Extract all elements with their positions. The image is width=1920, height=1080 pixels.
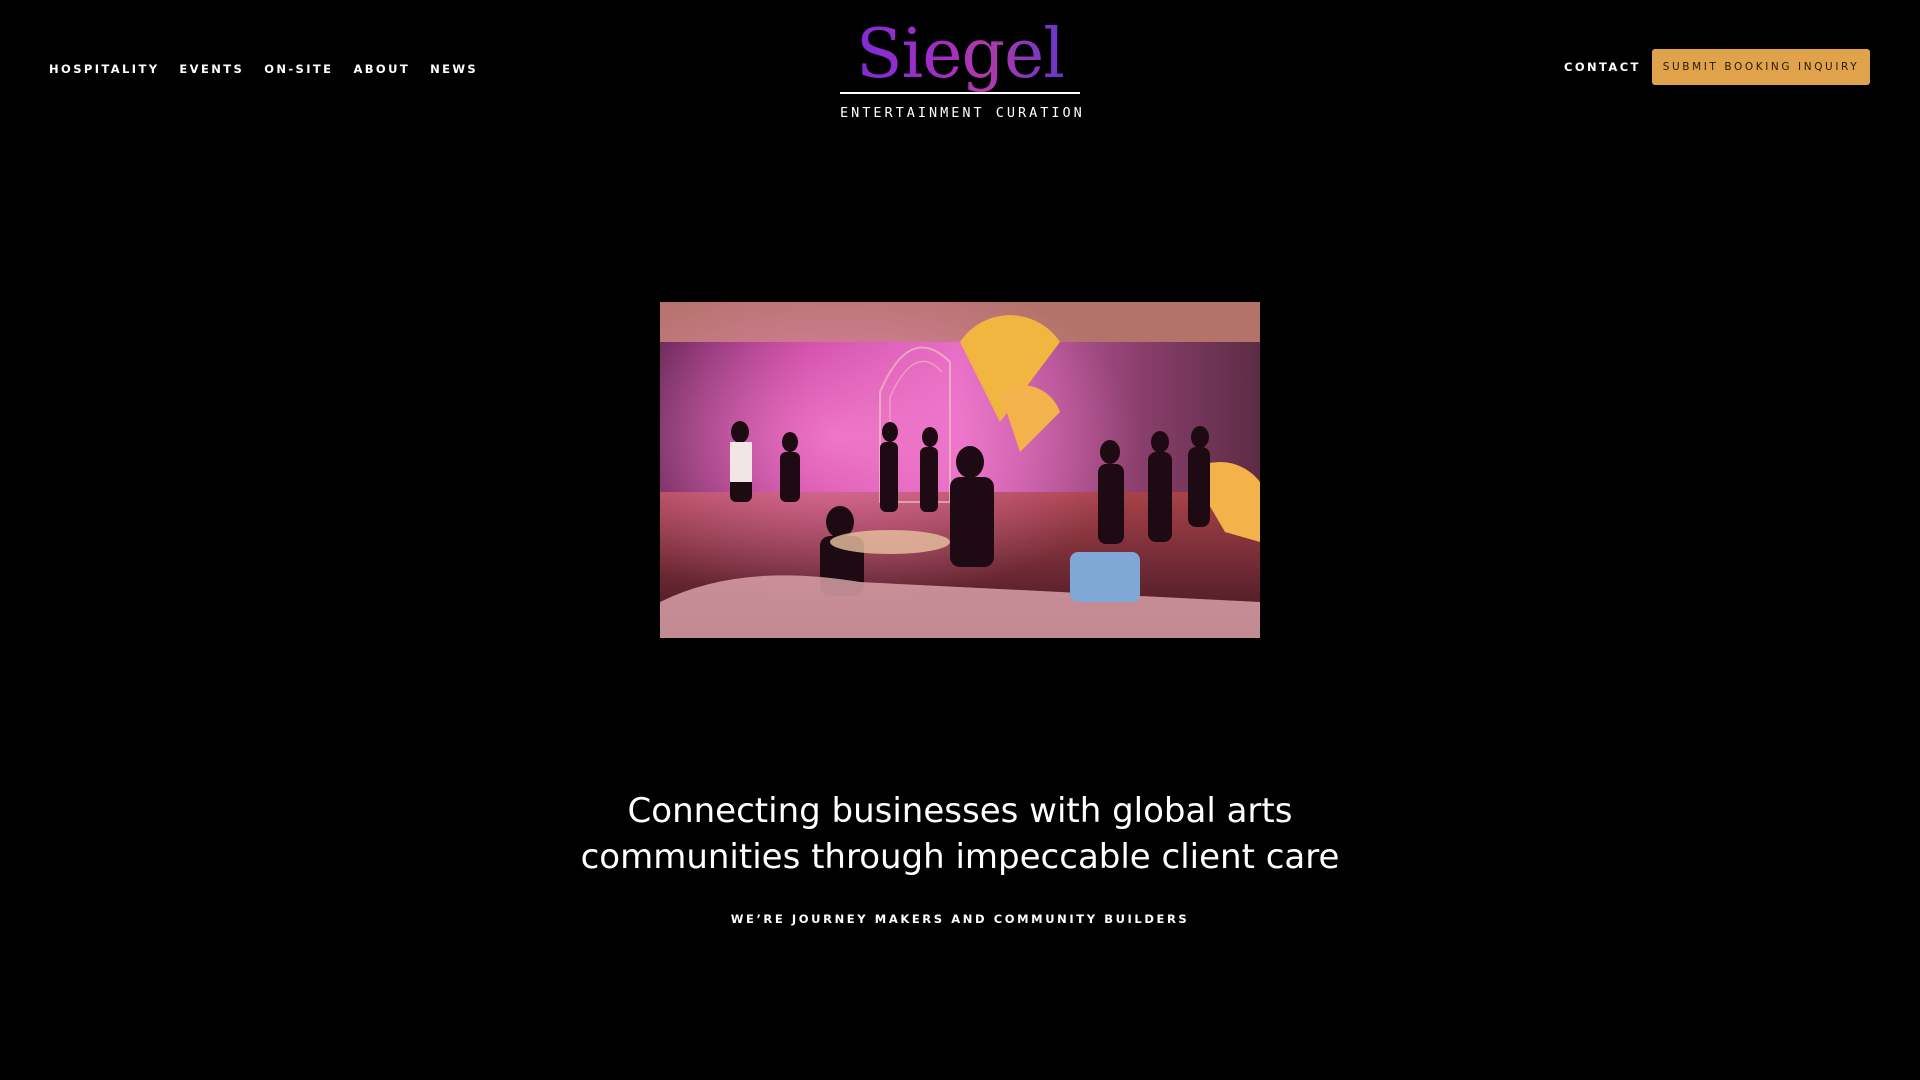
hero-event-photo: [660, 302, 1260, 638]
primary-nav: HOSPITALITY EVENTS ON-SITE ABOUT NEWS: [49, 62, 478, 76]
nav-item-events[interactable]: EVENTS: [179, 62, 244, 76]
nav-item-about[interactable]: ABOUT: [353, 62, 410, 76]
site-logo[interactable]: Siegel ENTERTAINMENT CURATION: [840, 12, 1085, 124]
contact-link[interactable]: CONTACT: [1564, 60, 1641, 74]
party-scene-image: [660, 302, 1260, 638]
logo-wordmark: Siegel: [840, 12, 1080, 98]
hero-headline: Connecting businesses with global arts c…: [460, 788, 1460, 880]
nav-item-on-site[interactable]: ON-SITE: [264, 62, 333, 76]
page: HOSPITALITY EVENTS ON-SITE ABOUT NEWS Si…: [0, 0, 1920, 1080]
logo-subtitle: ENTERTAINMENT CURATION: [840, 105, 1085, 121]
submit-booking-inquiry-button[interactable]: SUBMIT BOOKING INQUIRY: [1652, 49, 1870, 85]
logo-divider: [840, 92, 1080, 94]
hero-tagline: WE’RE JOURNEY MAKERS AND COMMUNITY BUILD…: [730, 912, 1190, 926]
hero-headline-line-1: Connecting businesses with global arts: [627, 791, 1293, 831]
hero-headline-line-2: communities through impeccable client ca…: [580, 837, 1340, 877]
nav-item-news[interactable]: NEWS: [430, 62, 478, 76]
nav-item-hospitality[interactable]: HOSPITALITY: [49, 62, 159, 76]
